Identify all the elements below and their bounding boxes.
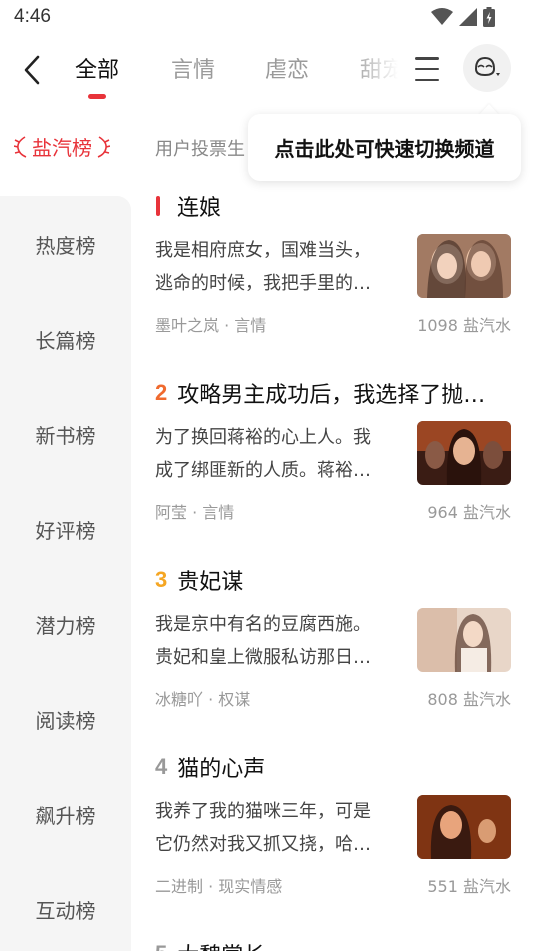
rank-number: 2 — [155, 380, 168, 405]
menu-line — [415, 78, 439, 81]
book-item[interactable]: 4 猫的心声 我养了我的猫咪三年，可是 它仍然对我又抓又挠，哈… 二进制 · 现… — [155, 753, 511, 903]
book-title-row: 5 大魏掌长 — [155, 940, 511, 951]
status-icons — [431, 7, 495, 27]
book-description: 我是相府庶女，国难当头， 逃命的时候，我把手里的… — [155, 234, 395, 300]
tooltip-text: 点击此处可快速切换频道 — [274, 137, 495, 161]
book-description: 我是京中有名的豆腐西施。 贵妃和皇上微服私访那日… — [155, 608, 395, 674]
sidebar-item-potential[interactable]: 潜力榜 — [0, 610, 131, 639]
laurel-left-icon — [14, 135, 27, 158]
sidebar-item-long[interactable]: 长篇榜 — [0, 325, 131, 354]
rank-badge[interactable]: 盐汽榜 — [14, 132, 110, 161]
status-bar: 4:46 — [0, 0, 535, 36]
desc-line: 我养了我的猫咪三年，可是 — [155, 801, 371, 822]
book-score: 964 盐汽水 — [427, 503, 511, 522]
book-title-row: 连娘 — [155, 192, 511, 220]
menu-line — [415, 57, 439, 60]
rank-subtitle: 用户投票生 — [155, 139, 245, 160]
book-item[interactable]: 3 贵妃谋 我是京中有名的豆腐西施。 贵妃和皇上微服私访那日… 冰糖吖 · 权谋… — [155, 566, 511, 716]
book-cover — [417, 795, 511, 859]
sidebar-item-new[interactable]: 新书榜 — [0, 420, 131, 449]
book-score: 551 盐汽水 — [427, 877, 511, 896]
channel-tabs: 全部 言情 虐恋 甜宠 — [60, 36, 410, 102]
desc-line: 成了绑匪新的人质。蒋裕… — [155, 460, 371, 481]
book-title: 大魏掌长 — [177, 940, 511, 951]
rank-number: 4 — [155, 754, 168, 779]
desc-line: 为了换回蒋裕的心上人。我 — [155, 427, 371, 448]
book-item[interactable]: 连娘 我是相府庶女，国难当头， 逃命的时候，我把手里的… 墨叶之岚 · 言情 1… — [155, 192, 511, 342]
book-title-row: 4 猫的心声 — [155, 753, 511, 781]
book-author-genre: 二进制 · 现实情感 — [155, 877, 283, 896]
tab-angst[interactable]: 虐恋 — [265, 52, 309, 84]
book-score: 1098 盐汽水 — [417, 316, 511, 335]
tab-romance[interactable]: 言情 — [171, 52, 215, 84]
book-cover — [417, 421, 511, 485]
desc-line: 我是京中有名的豆腐西施。 — [155, 614, 371, 635]
sidebar-item-hot[interactable]: 热度榜 — [0, 230, 131, 259]
channel-menu-button[interactable] — [412, 54, 442, 84]
rank-marker — [156, 196, 160, 216]
book-title-row: 2 攻略男主成功后，我选择了抛… — [155, 379, 511, 407]
desc-line: 它仍然对我又抓又挠，哈… — [155, 834, 371, 855]
cell-signal-icon — [459, 8, 477, 26]
book-description: 为了换回蒋裕的心上人。我 成了绑匪新的人质。蒋裕… — [155, 421, 395, 487]
sidebar-item-rated[interactable]: 好评榜 — [0, 515, 131, 544]
book-author-genre: 冰糖吖 · 权谋 — [155, 690, 251, 709]
book-score: 808 盐汽水 — [427, 690, 511, 709]
sidebar-item-reading[interactable]: 阅读榜 — [0, 705, 131, 734]
menu-line — [415, 67, 439, 71]
book-item[interactable]: 5 大魏掌长 — [155, 940, 511, 951]
back-button[interactable] — [14, 50, 50, 90]
channel-switch-tooltip[interactable]: 点击此处可快速切换频道 — [248, 114, 521, 181]
book-cover — [417, 234, 511, 298]
status-time: 4:46 — [14, 6, 51, 27]
desc-line: 贵妃和皇上微服私访那日… — [155, 647, 371, 668]
tabs-fade — [350, 36, 410, 102]
book-author-genre: 墨叶之岚 · 言情 — [155, 316, 267, 335]
book-title-row: 3 贵妃谋 — [155, 566, 511, 594]
book-title: 攻略男主成功后，我选择了抛… — [177, 383, 486, 407]
rank-sidebar: 热度榜 长篇榜 新书榜 好评榜 潜力榜 阅读榜 飙升榜 互动榜 — [0, 196, 131, 951]
sidebar-item-rising[interactable]: 飙升榜 — [0, 800, 131, 829]
book-title: 连娘 — [177, 196, 222, 220]
book-author-genre: 阿莹 · 言情 — [155, 503, 235, 522]
mask-profile-button[interactable] — [463, 44, 511, 92]
desc-line: 我是相府庶女，国难当头， — [155, 240, 371, 261]
mask-icon — [474, 56, 500, 77]
battery-icon — [483, 7, 495, 27]
book-cover — [417, 608, 511, 672]
wifi-icon — [431, 8, 453, 25]
active-tab-indicator — [88, 94, 106, 99]
tab-all[interactable]: 全部 — [75, 52, 119, 84]
desc-line: 逃命的时候，我把手里的… — [155, 273, 371, 294]
top-nav: 全部 言情 虐恋 甜宠 — [0, 36, 535, 102]
rank-badge-label: 盐汽榜 — [32, 136, 92, 160]
book-item[interactable]: 2 攻略男主成功后，我选择了抛… 为了换回蒋裕的心上人。我 成了绑匪新的人质。蒋… — [155, 379, 511, 529]
rank-number: 5 — [155, 941, 167, 951]
sidebar-item-interactive[interactable]: 互动榜 — [0, 895, 131, 924]
rank-number: 3 — [155, 567, 168, 592]
chevron-left-icon — [24, 55, 40, 85]
book-title: 猫的心声 — [177, 757, 266, 781]
laurel-right-icon — [97, 135, 110, 158]
book-title: 贵妃谋 — [177, 570, 244, 594]
book-description: 我养了我的猫咪三年，可是 它仍然对我又抓又挠，哈… — [155, 795, 395, 861]
